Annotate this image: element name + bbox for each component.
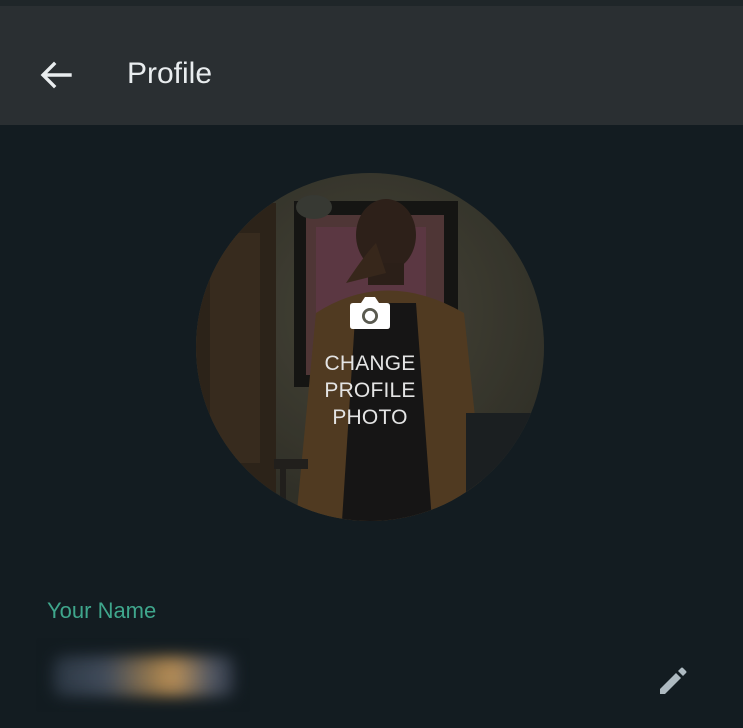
profile-photo[interactable]: CHANGE PROFILE PHOTO bbox=[196, 173, 544, 521]
edit-name-button[interactable] bbox=[656, 664, 690, 698]
name-text bbox=[36, 638, 37, 639]
blur-vignette bbox=[36, 638, 250, 712]
profile-header: Profile bbox=[0, 6, 743, 125]
your-name-label: Your Name bbox=[47, 598, 157, 623]
pencil-icon bbox=[660, 667, 687, 694]
camera-icon bbox=[350, 297, 390, 329]
arrow-left-icon bbox=[40, 61, 72, 89]
photo-overlay bbox=[196, 173, 544, 521]
name-value-redacted bbox=[36, 638, 250, 712]
back-button[interactable] bbox=[30, 54, 80, 96]
change-photo-label: CHANGE PROFILE PHOTO bbox=[324, 352, 416, 429]
page-title: Profile bbox=[127, 57, 213, 90]
